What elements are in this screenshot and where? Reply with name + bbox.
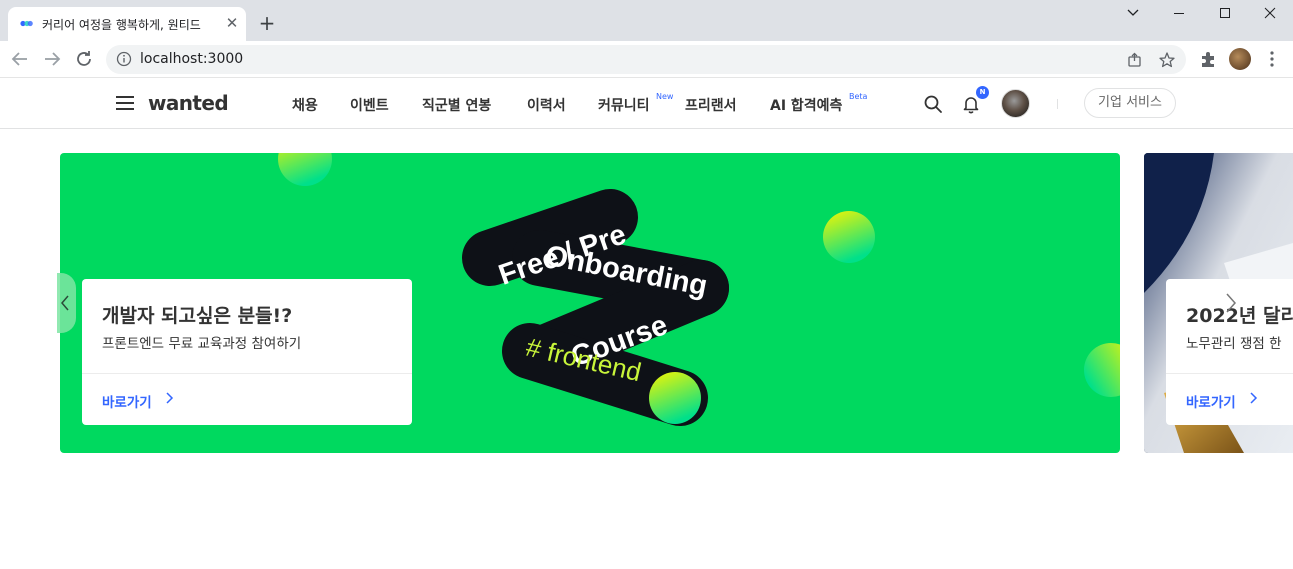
browser-profile-avatar[interactable] [1229, 48, 1251, 70]
minimize-icon[interactable] [1156, 0, 1202, 28]
next-banner-divider [1166, 373, 1293, 374]
site-header: wanted 채용 이벤트 직군별 연봉 이력서 커뮤니티 New 프리랜서 A… [0, 78, 1293, 129]
notification-badge: N [976, 86, 989, 99]
nav-item-jobs[interactable]: 채용 [292, 95, 318, 115]
nav-item-freelancer[interactable]: 프리랜서 [685, 95, 737, 115]
banner-go-link[interactable]: 바로가기 [102, 391, 152, 411]
carousel-next-button[interactable] [1222, 290, 1240, 316]
browser-toolbar: localhost:3000 [0, 41, 1293, 78]
extensions-puzzle-icon[interactable] [1199, 50, 1217, 68]
tab-title: 커리어 여정을 행복하게, 원티드 [42, 18, 201, 32]
reload-icon[interactable] [72, 47, 96, 71]
banner-card-divider [82, 373, 412, 374]
browser-menu-kebab-icon[interactable] [1264, 49, 1280, 69]
hamburger-menu-icon[interactable] [116, 95, 134, 111]
address-bar[interactable]: localhost:3000 [106, 45, 1186, 74]
site-info-icon[interactable] [116, 51, 132, 67]
wanted-logo[interactable]: wanted [148, 91, 229, 115]
tab-search-chevron-icon[interactable] [1110, 0, 1156, 28]
community-new-badge: New [656, 92, 674, 101]
chevron-right-icon [1250, 392, 1258, 404]
browser-tab-strip: 커리어 여정을 행복하게, 원티드 ✕ + [0, 0, 1293, 41]
nav-item-events[interactable]: 이벤트 [350, 95, 389, 115]
chevron-left-icon [61, 295, 69, 311]
tab-close-icon[interactable]: ✕ [222, 13, 242, 33]
maximize-icon[interactable] [1202, 0, 1248, 28]
business-service-button[interactable]: 기업 서비스 [1084, 88, 1176, 118]
header-divider [1057, 99, 1058, 109]
bookmark-star-icon[interactable] [1158, 51, 1176, 69]
next-banner-subtitle: 노무관리 쟁점 한 [1186, 336, 1282, 352]
nav-item-ai-prediction[interactable]: AI 합격예측 [770, 95, 842, 115]
share-icon[interactable] [1126, 51, 1144, 69]
url-text: localhost:3000 [140, 51, 244, 67]
ai-beta-badge: Beta [849, 92, 868, 101]
nav-item-resume[interactable]: 이력서 [527, 95, 566, 115]
next-banner-go-link[interactable]: 바로가기 [1186, 391, 1236, 411]
main-banner-card: 개발자 되고싶은 분들!? 프론트엔드 무료 교육과정 참여하기 바로가기 [82, 279, 412, 425]
forward-arrow-icon[interactable] [40, 47, 64, 71]
chevron-right-icon [166, 392, 174, 404]
wanted-favicon-icon [20, 20, 33, 27]
user-avatar[interactable] [1001, 89, 1030, 118]
back-arrow-icon[interactable] [8, 47, 32, 71]
new-tab-button[interactable]: + [256, 12, 278, 34]
nav-item-salary[interactable]: 직군별 연봉 [422, 95, 491, 115]
carousel-prev-button[interactable] [57, 273, 76, 333]
browser-tab[interactable]: 커리어 여정을 행복하게, 원티드 ✕ [8, 7, 246, 41]
window-close-icon[interactable] [1247, 0, 1293, 28]
search-icon[interactable] [923, 94, 943, 114]
banner-card-subtitle: 프론트엔드 무료 교육과정 참여하기 [102, 336, 302, 352]
banner-card-title: 개발자 되고싶은 분들!? [102, 305, 293, 327]
nav-item-community[interactable]: 커뮤니티 [598, 95, 650, 115]
